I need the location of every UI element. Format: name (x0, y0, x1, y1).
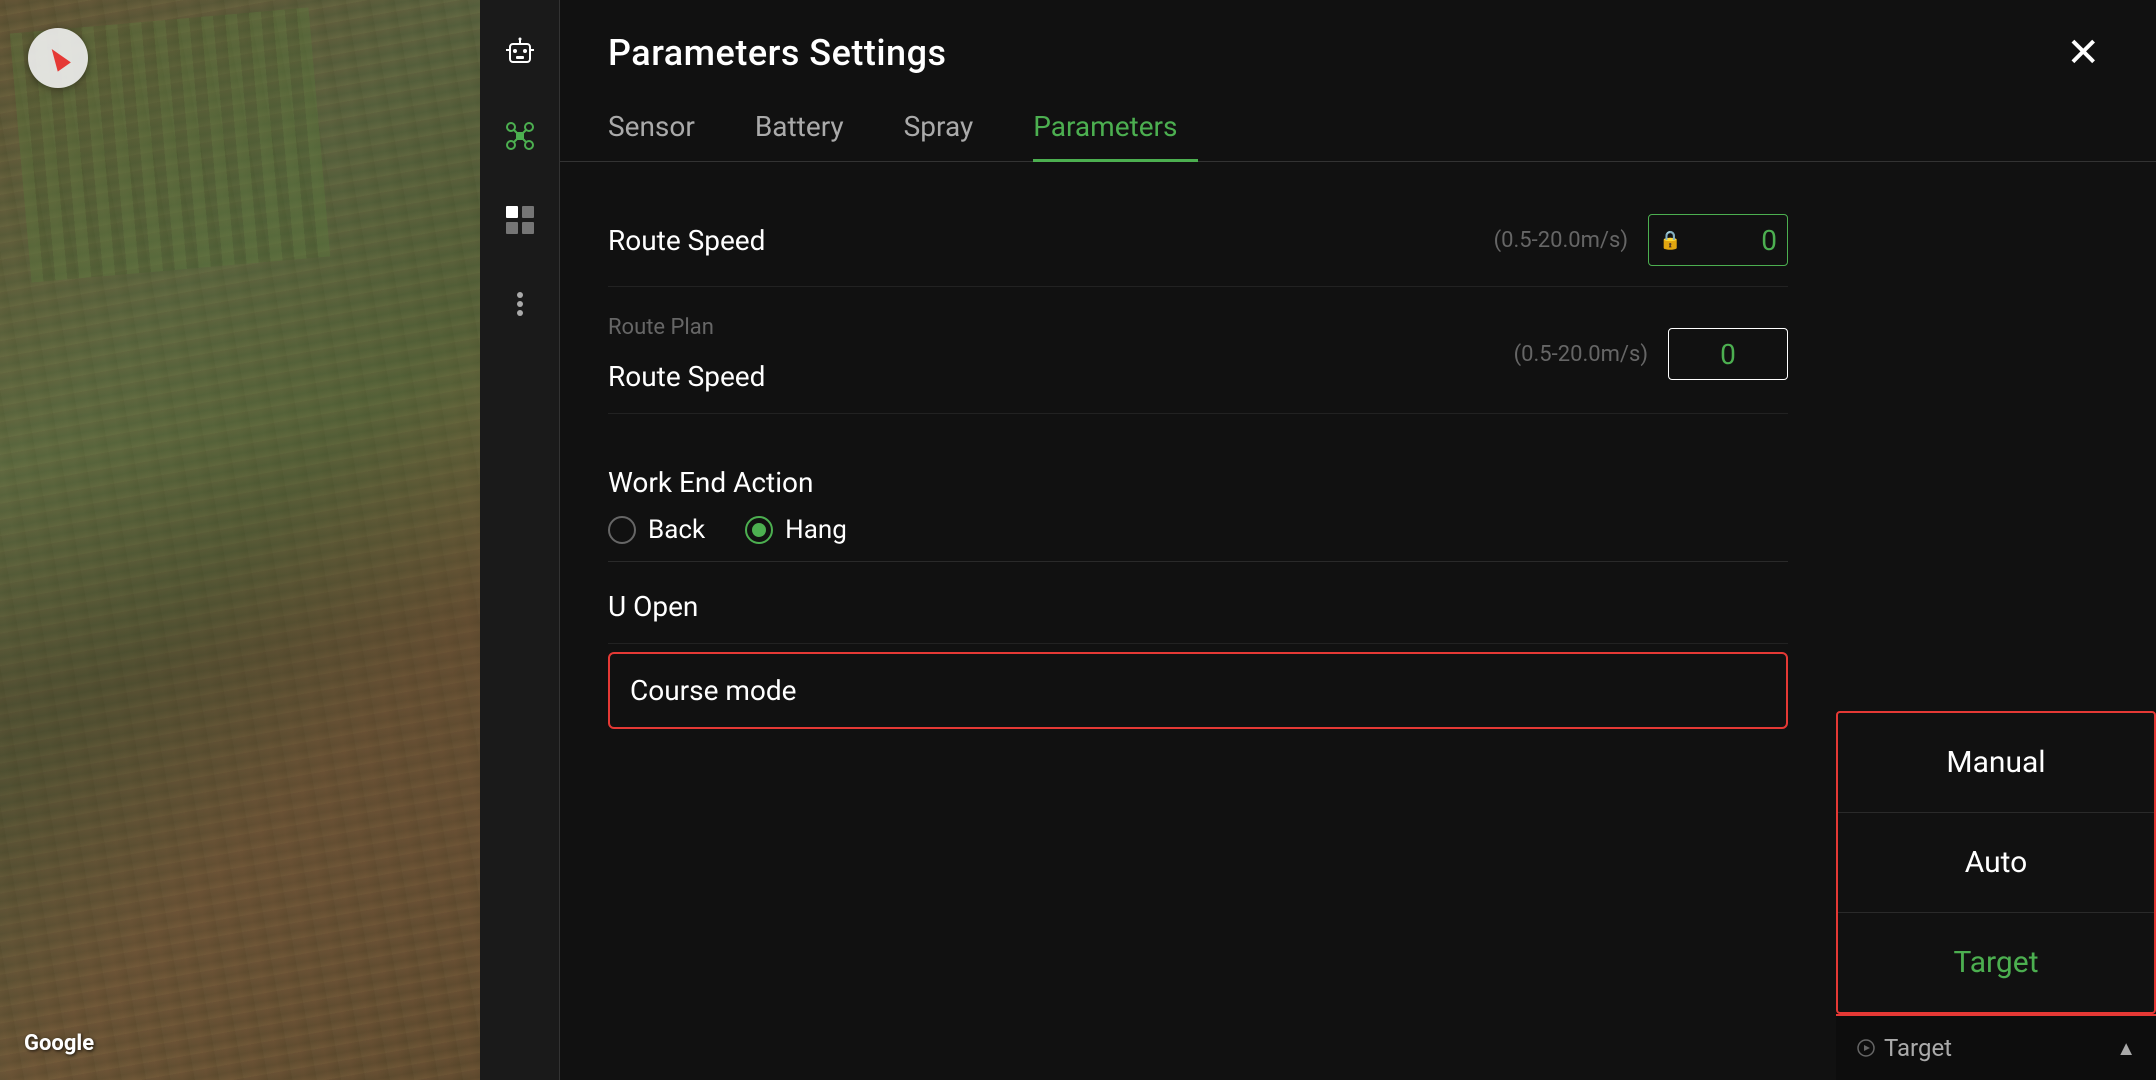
more-icon[interactable] (498, 282, 542, 326)
route-speed-row: Route Speed (0.5-20.0m/s) 🔒 0 (608, 194, 1788, 287)
tab-sensor[interactable]: Sensor (608, 98, 735, 161)
work-end-action-label: Work End Action (608, 466, 1788, 499)
map-view: Google (0, 0, 480, 1080)
tabs-container: Sensor Battery Spray Parameters (560, 74, 2156, 162)
sidebar (480, 0, 560, 1080)
radio-hang-inner (752, 523, 766, 537)
route-plan-speed-range: (0.5-20.0m/s) (1514, 342, 1648, 367)
right-dropdown: Manual Auto Target Target ▲ (1836, 162, 2156, 1080)
u-open-label: U Open (608, 590, 1788, 623)
close-button[interactable]: ✕ (2058, 33, 2108, 73)
route-plan-header: Route Plan Route Speed (0.5-20.0m/s) 0 (608, 287, 1788, 414)
bottom-bar[interactable]: Target ▲ (1836, 1014, 2156, 1080)
radio-hang-label: Hang (785, 515, 847, 545)
tab-battery[interactable]: Battery (755, 98, 884, 161)
route-plan-speed-value: 0 (1720, 338, 1736, 371)
route-plan-section-label: Route Plan (608, 315, 765, 340)
chevron-up-icon: ▲ (2116, 1036, 2136, 1061)
radio-back-outer (608, 516, 636, 544)
tab-spray[interactable]: Spray (904, 98, 1014, 161)
course-mode-label: Course mode (630, 674, 1766, 707)
left-content: Route Speed (0.5-20.0m/s) 🔒 0 Route Plan… (560, 162, 1836, 1080)
work-end-radio-group: Back Hang (608, 515, 1788, 545)
compass-arrow (45, 44, 71, 71)
course-mode-content: Course mode (610, 654, 1786, 727)
panel-header: Parameters Settings ✕ (560, 0, 2156, 74)
dropdown-box: Manual Auto Target (1836, 711, 2156, 1014)
course-mode-row[interactable]: Course mode (608, 652, 1788, 729)
radio-back[interactable]: Back (608, 515, 705, 545)
route-speed-input[interactable]: 🔒 0 (1648, 214, 1788, 266)
route-plan-section: Route Plan Route Speed (0.5-20.0m/s) 0 (608, 287, 1788, 414)
lock-icon: 🔒 (1659, 230, 1681, 251)
drone-icon[interactable] (498, 114, 542, 158)
settings-panel: Parameters Settings ✕ Sensor Battery Spr… (560, 0, 2156, 1080)
bottom-bar-icon (1856, 1038, 1876, 1058)
bottom-bar-label: Target (1884, 1034, 1952, 1062)
tab-parameters[interactable]: Parameters (1033, 98, 1217, 161)
grid-icon[interactable] (498, 198, 542, 242)
route-plan-speed-right: (0.5-20.0m/s) 0 (1514, 328, 1788, 380)
compass (28, 28, 88, 88)
work-end-action-row: Work End Action Back Hang (608, 450, 1788, 570)
u-open-row: U Open (608, 570, 1788, 644)
google-logo: Google (24, 1031, 94, 1056)
panel-title: Parameters Settings (608, 32, 947, 74)
radio-back-label: Back (648, 515, 705, 545)
route-speed-right: (0.5-20.0m/s) 🔒 0 (1494, 214, 1788, 266)
dropdown-item-target[interactable]: Target (1838, 913, 2154, 1012)
bottom-bar-content: Target (1856, 1034, 1952, 1062)
dropdown-item-auto[interactable]: Auto (1838, 813, 2154, 913)
radio-hang[interactable]: Hang (745, 515, 847, 545)
robot-icon[interactable] (498, 30, 542, 74)
route-speed-range: (0.5-20.0m/s) (1494, 228, 1628, 253)
route-speed-label: Route Speed (608, 224, 765, 257)
radio-hang-outer (745, 516, 773, 544)
dropdown-item-manual[interactable]: Manual (1838, 713, 2154, 813)
route-plan-speed-label: Route Speed (608, 360, 765, 393)
route-plan-speed-input[interactable]: 0 (1668, 328, 1788, 380)
content-wrapper: Route Speed (0.5-20.0m/s) 🔒 0 Route Plan… (560, 162, 2156, 1080)
route-speed-value: 0 (1761, 224, 1777, 257)
